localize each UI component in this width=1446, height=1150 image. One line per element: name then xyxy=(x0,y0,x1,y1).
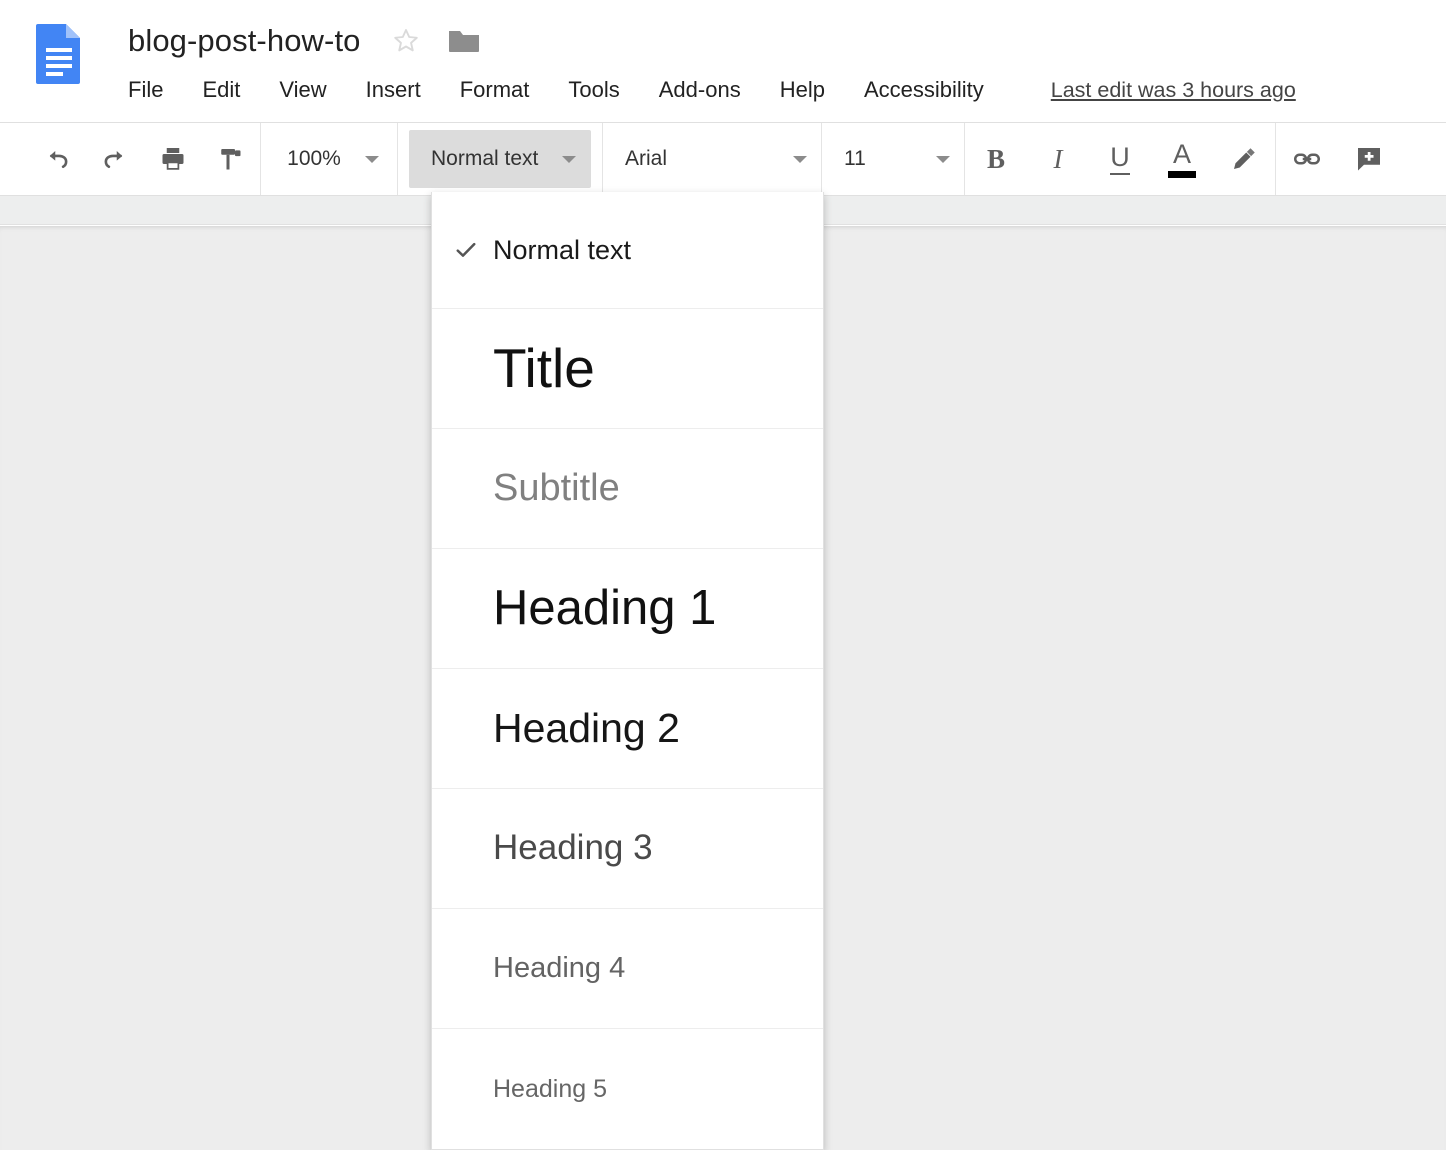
text-color-label: A xyxy=(1172,138,1191,169)
highlight-pen-icon xyxy=(1234,148,1255,169)
font-size-value: 11 xyxy=(844,147,866,170)
chevron-down-icon xyxy=(793,155,807,163)
undo-button[interactable] xyxy=(28,130,86,188)
print-button[interactable] xyxy=(144,130,202,188)
document-header: blog-post-how-to File Edit View Insert F… xyxy=(0,0,1446,122)
style-option-label: Heading 5 xyxy=(493,1074,607,1103)
style-option-heading-3[interactable]: Heading 3 xyxy=(432,789,823,909)
underline-label: U xyxy=(1110,143,1130,175)
zoom-value: 100% xyxy=(287,147,341,170)
menu-item-file[interactable]: File xyxy=(128,77,163,103)
toolbar-group-insert xyxy=(1276,123,1400,195)
menu-bar: File Edit View Insert Format Tools Add-o… xyxy=(128,72,1296,108)
menu-item-format[interactable]: Format xyxy=(460,77,530,103)
style-option-label: Heading 4 xyxy=(493,952,626,985)
menu-item-add-ons[interactable]: Add-ons xyxy=(659,77,741,103)
document-title[interactable]: blog-post-how-to xyxy=(128,23,361,59)
paint-format-icon xyxy=(221,149,241,170)
style-option-label: Title xyxy=(493,336,595,399)
toolbar-separator-2 xyxy=(397,123,398,195)
paint-format-button[interactable] xyxy=(202,130,260,188)
text-color-swatch xyxy=(1168,170,1196,178)
style-option-heading-5[interactable]: Heading 5 xyxy=(432,1029,823,1149)
paragraph-styles-menu: Normal text Title Subtitle Heading 1 Hea… xyxy=(431,192,824,1150)
google-docs-window: blog-post-how-to File Edit View Insert F… xyxy=(0,0,1446,1150)
undo-icon xyxy=(49,151,68,169)
menu-item-view[interactable]: View xyxy=(279,77,326,103)
menu-item-help[interactable]: Help xyxy=(780,77,825,103)
menu-item-accessibility[interactable]: Accessibility xyxy=(864,77,984,103)
style-option-label: Heading 3 xyxy=(493,828,653,868)
toolbar-group-text-format: B I U A xyxy=(965,123,1275,195)
redo-button[interactable] xyxy=(86,130,144,188)
move-to-folder-icon[interactable] xyxy=(448,28,480,54)
add-comment-button[interactable] xyxy=(1338,130,1400,188)
insert-link-button[interactable] xyxy=(1276,130,1338,188)
add-comment-icon xyxy=(1358,148,1380,171)
highlight-color-button[interactable] xyxy=(1213,130,1275,188)
style-option-title[interactable]: Title xyxy=(432,309,823,429)
style-option-normal-text[interactable]: Normal text xyxy=(432,192,823,309)
underline-button[interactable]: U xyxy=(1089,130,1151,188)
menu-item-tools[interactable]: Tools xyxy=(568,77,619,103)
star-outline-icon[interactable] xyxy=(391,26,421,56)
google-docs-icon[interactable] xyxy=(35,22,83,84)
style-option-heading-1[interactable]: Heading 1 xyxy=(432,549,823,669)
menu-item-edit[interactable]: Edit xyxy=(202,77,240,103)
font-family-dropdown[interactable]: Arial xyxy=(603,130,821,188)
checkmark-icon xyxy=(451,237,481,263)
print-icon xyxy=(162,148,184,170)
style-option-heading-4[interactable]: Heading 4 xyxy=(432,909,823,1029)
italic-button[interactable]: I xyxy=(1027,130,1089,188)
chevron-down-icon xyxy=(364,155,379,163)
redo-icon xyxy=(104,151,123,169)
insert-link-icon xyxy=(1293,153,1321,165)
chevron-down-icon xyxy=(936,155,950,163)
chevron-down-icon xyxy=(562,155,577,163)
style-option-label: Heading 1 xyxy=(493,580,717,635)
italic-label: I xyxy=(1053,143,1063,174)
font-size-dropdown[interactable]: 11 xyxy=(822,130,964,188)
zoom-dropdown[interactable]: 100% xyxy=(261,130,397,188)
last-edit-link[interactable]: Last edit was 3 hours ago xyxy=(1051,78,1296,103)
toolbar-group-history xyxy=(28,123,260,195)
style-option-heading-2[interactable]: Heading 2 xyxy=(432,669,823,789)
style-option-label: Heading 2 xyxy=(493,704,680,751)
formatting-toolbar: 100% Normal text Arial 11 B I U A xyxy=(0,122,1446,196)
paragraph-style-value: Normal text xyxy=(431,147,539,170)
style-option-label: Subtitle xyxy=(493,466,620,509)
style-option-subtitle[interactable]: Subtitle xyxy=(432,429,823,549)
bold-button[interactable]: B xyxy=(965,130,1027,188)
paragraph-style-dropdown[interactable]: Normal text xyxy=(409,130,591,188)
bold-label: B xyxy=(986,143,1005,174)
text-color-button[interactable]: A xyxy=(1151,130,1213,188)
font-family-value: Arial xyxy=(625,147,668,170)
menu-item-insert[interactable]: Insert xyxy=(366,77,421,103)
title-row: blog-post-how-to xyxy=(128,17,480,65)
